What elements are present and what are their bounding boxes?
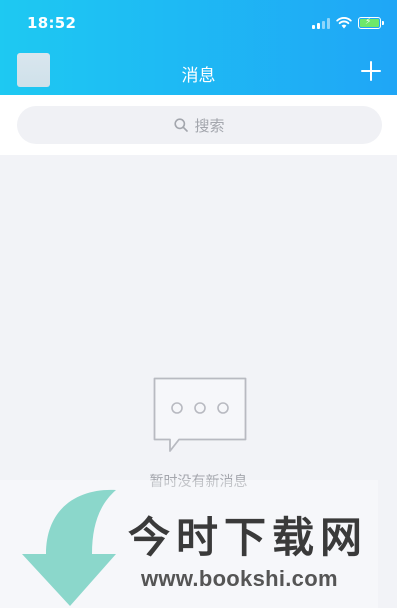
status-bar: 18:52 ⚡: [0, 0, 397, 44]
search-bar-container: 搜索: [0, 95, 397, 155]
search-icon: [174, 118, 189, 132]
status-time: 18:52: [27, 14, 77, 32]
watermark: 今时下载网 www.bookshi.com: [0, 478, 397, 608]
cellular-signal-icon: [312, 18, 330, 29]
battery-charging-icon: ⚡: [358, 17, 384, 29]
add-button[interactable]: [360, 60, 382, 82]
chat-bubble-icon: [153, 377, 247, 452]
watermark-site-name: 今时下载网: [128, 513, 369, 562]
wifi-icon: [336, 17, 352, 29]
page-title: 消息: [181, 66, 216, 86]
search-input[interactable]: 搜索: [17, 106, 382, 144]
app-header: 18:52 ⚡ 消息: [0, 0, 397, 95]
watermark-url: www.bookshi.com: [141, 566, 338, 591]
download-arrow-icon: [22, 489, 116, 606]
search-placeholder: 搜索: [194, 116, 225, 135]
